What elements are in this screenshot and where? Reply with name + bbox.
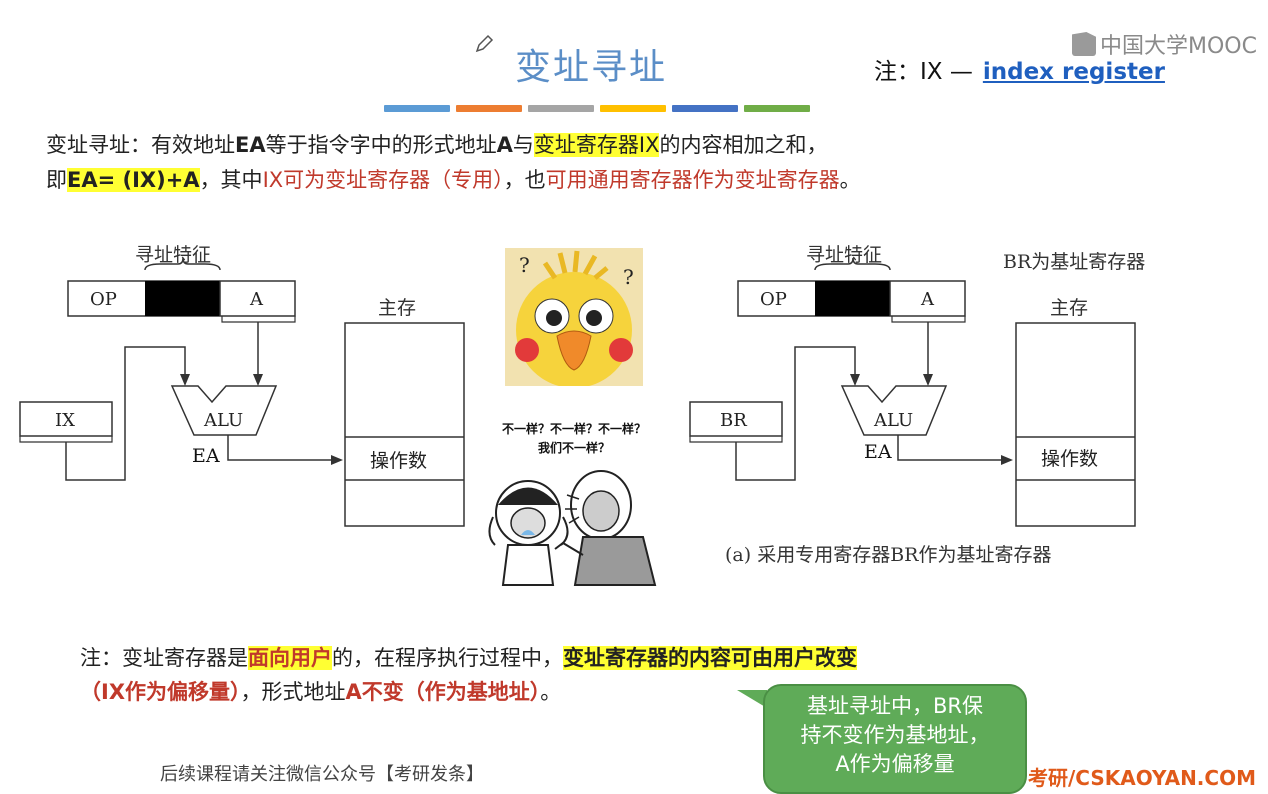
text: 变址寻址：有效地址 xyxy=(46,133,235,157)
operand-label: 操作数 xyxy=(1041,448,1098,470)
meme-text-line: 不一样？不一样？不一样？ xyxy=(501,422,646,436)
memory-title: 主存 xyxy=(378,297,416,319)
memory-box xyxy=(344,322,465,527)
footer-text: 后续课程请关注微信公众号【考研发条】 xyxy=(160,764,484,785)
speech-bubble: 基址寻址中，BR保 持不变作为基地址， A作为偏移量 xyxy=(763,684,1027,794)
memory-title: 主存 xyxy=(1050,297,1088,319)
op-label: OP xyxy=(760,289,787,310)
text: A xyxy=(496,133,513,157)
svg-text:?: ? xyxy=(519,253,530,277)
cartoon-meme-image xyxy=(488,470,657,586)
red-text: 可用通用寄存器作为变址寄存器 xyxy=(545,168,840,192)
definition-line-1: 变址寻址：有效地址EA等于指令字中的形式地址A与变址寄存器IX的内容相加之和， xyxy=(46,127,827,163)
highlight-text: 面向用户 xyxy=(248,646,332,670)
right-diagram: 寻址特征 BR为基址寄存器 OP A ALU BR EA 主存 操作数 xyxy=(689,244,1145,527)
meme-caption: 不一样？不一样？不一样？ 我们不一样？ xyxy=(478,420,670,458)
color-bar xyxy=(456,105,522,112)
text: 。 xyxy=(540,680,562,704)
color-bar xyxy=(384,105,450,112)
text: 等于指令字中的形式地址 xyxy=(265,133,497,157)
op-label: OP xyxy=(90,289,117,310)
text: 的，在程序执行过程中， xyxy=(332,646,563,670)
red-text: （IX作为偏移量） xyxy=(80,680,241,704)
index-register-link[interactable]: index register xyxy=(983,59,1165,85)
a-label: A xyxy=(249,289,264,310)
feature-label: 寻址特征 xyxy=(806,244,882,266)
memory-box xyxy=(1015,322,1136,527)
chick-meme-image: ? ? xyxy=(505,248,643,386)
highlight-text: 变址寄存器的内容可由用户改变 xyxy=(563,646,857,670)
color-bar xyxy=(672,105,738,112)
formula-highlight: EA= (IX)+A xyxy=(67,168,200,192)
mooc-logo: 中国大学MOOC xyxy=(1072,28,1257,60)
color-bars xyxy=(384,105,810,112)
red-text: A不变（作为基地址） xyxy=(345,680,541,704)
red-text: IX可为变址寄存器（专用） xyxy=(262,168,504,192)
text: ，形式地址 xyxy=(240,680,346,704)
a-label: A xyxy=(920,289,935,310)
feature-field xyxy=(145,281,220,316)
br-note: BR为基址寄存器 xyxy=(1003,251,1145,273)
br-label: BR xyxy=(720,410,747,431)
speech-line: 基址寻址中，BR保 xyxy=(807,694,983,718)
ix-label: IX xyxy=(55,410,75,431)
feature-field xyxy=(815,281,890,316)
alu-label: ALU xyxy=(203,410,243,431)
note-top-prefix: 注：IX — xyxy=(874,59,973,85)
svg-text:?: ? xyxy=(623,265,634,289)
operand-label: 操作数 xyxy=(370,450,427,472)
alu-label: ALU xyxy=(873,410,913,431)
diagram-caption: (a) 采用专用寄存器BR作为基址寄存器 xyxy=(725,544,1052,566)
logo-text: 中国大学MOOC xyxy=(1100,34,1257,59)
ea-label: EA xyxy=(864,441,892,463)
text: 注：变址寄存器是 xyxy=(80,646,248,670)
text: ，其中 xyxy=(199,168,263,192)
highlight-text: 变址寄存器IX xyxy=(533,133,660,157)
definition-line-2: 即EA= (IX)+A，其中IX可为变址寄存器（专用），也可用通用寄存器作为变址… xyxy=(46,162,861,198)
meme-text-line: 我们不一样？ xyxy=(537,441,610,455)
color-bar xyxy=(528,105,594,112)
note-line-2: （IX作为偏移量），形式地址A不变（作为基地址）。 xyxy=(80,674,561,710)
text: EA xyxy=(235,133,266,157)
page-title: 变址寻址 xyxy=(515,47,668,88)
ea-label: EA xyxy=(192,445,220,467)
speech-line: 持不变作为基地址， xyxy=(800,723,990,747)
text: 。 xyxy=(839,168,861,192)
color-bar xyxy=(600,105,666,112)
left-diagram: 寻址特征 OP A ALU IX EA 主存 操作数 xyxy=(19,244,465,527)
pencil-icon xyxy=(475,34,494,53)
text: 即 xyxy=(46,168,67,192)
text: 与 xyxy=(512,133,534,157)
note-line-1: 注：变址寄存器是面向用户的，在程序执行过程中，变址寄存器的内容可由用户改变 xyxy=(80,640,857,676)
logo-icon xyxy=(1072,32,1096,56)
speech-line: A作为偏移量 xyxy=(835,752,955,776)
footer-watermark: 考研/CSKAOYAN.COM xyxy=(1028,766,1256,790)
text: ，也 xyxy=(503,168,546,192)
feature-label: 寻址特征 xyxy=(135,244,211,266)
color-bar xyxy=(744,105,810,112)
text: 的内容相加之和， xyxy=(659,133,828,157)
